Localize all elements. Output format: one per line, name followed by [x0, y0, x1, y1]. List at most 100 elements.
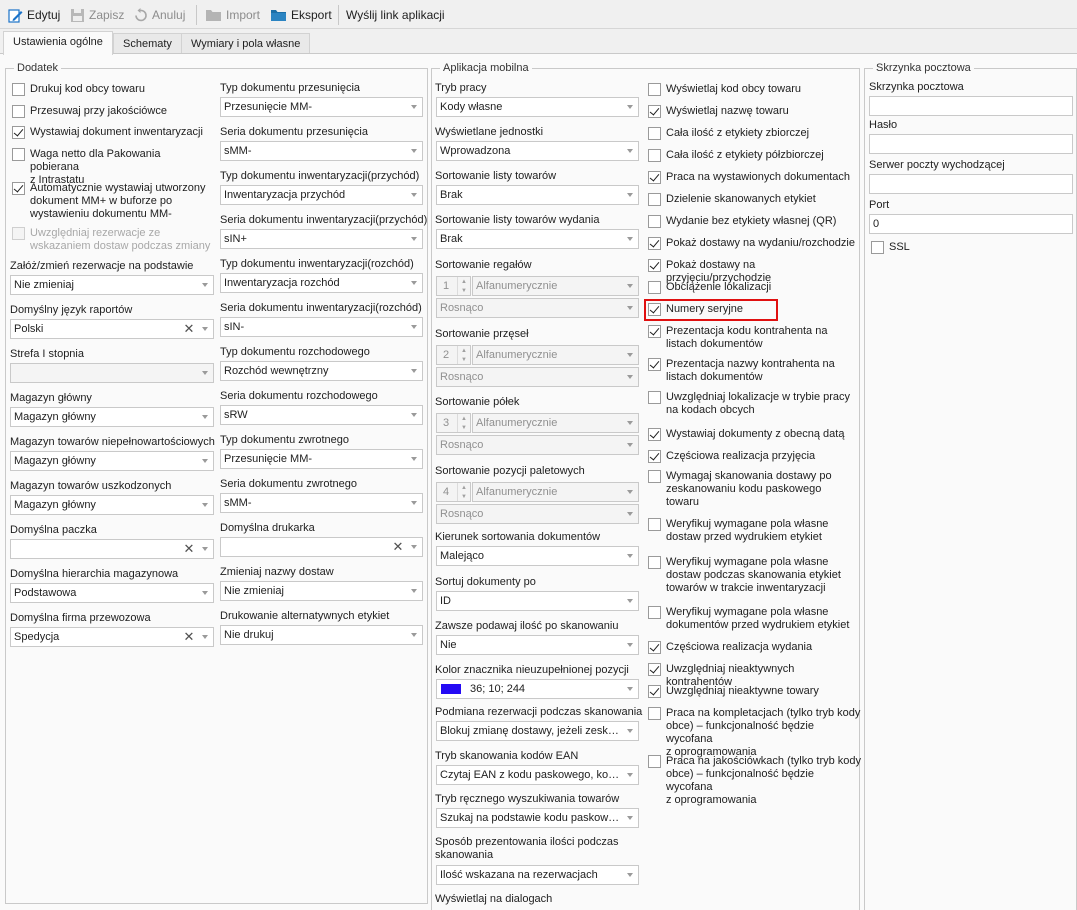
quantity-display-mode-dropdown[interactable]: Ilość wskazana na rezerwacjach [436, 865, 639, 885]
checkbox-box[interactable] [648, 149, 661, 162]
checkbox-box[interactable] [648, 281, 661, 294]
checkbox-mobile-18[interactable]: Weryfikuj wymagane pola własne dostaw pod… [648, 556, 862, 595]
checkbox-box[interactable] [12, 105, 25, 118]
shelves-sort-level-spinner[interactable]: 3 ▲ ▼ [436, 413, 471, 433]
arrow-up-icon[interactable]: ▲ [458, 414, 470, 423]
checkbox-mobile-6[interactable]: Wydanie bez etykiety własnej (QR) [648, 215, 862, 228]
cancel-button[interactable]: Anuluj [133, 6, 185, 24]
ean-scan-mode-dropdown[interactable]: Czytaj EAN z kodu paskowego, kod... [436, 765, 639, 785]
chevron-down-icon[interactable] [406, 230, 422, 248]
damaged-warehouse-dropdown[interactable]: Magazyn główny [10, 495, 214, 515]
documents-sort-direction-dropdown[interactable]: Malejąco [436, 546, 639, 566]
spinner-buttons[interactable]: ▲ ▼ [457, 483, 470, 501]
chevron-down-icon[interactable] [622, 547, 638, 565]
checkbox-box[interactable] [648, 470, 661, 483]
chevron-down-icon[interactable] [406, 362, 422, 380]
mailbox-input[interactable] [869, 96, 1073, 116]
chevron-down-icon[interactable] [622, 866, 638, 884]
arrow-up-icon[interactable]: ▲ [458, 483, 470, 492]
pallet-positions-sort-type-dropdown[interactable]: Alfanumerycznie [472, 482, 639, 502]
chevron-down-icon[interactable] [406, 494, 422, 512]
rw-series-dropdown[interactable]: sRW [220, 405, 423, 425]
checkbox-mobile-1[interactable]: Wyświetlaj nazwę towaru [648, 105, 862, 118]
checkbox-box[interactable] [648, 663, 661, 676]
tab-dimensions-fields[interactable]: Wymiary i pola własne [181, 33, 311, 54]
chevron-down-icon[interactable] [197, 496, 213, 514]
work-mode-dropdown[interactable]: Kody własne [436, 97, 639, 117]
edit-button[interactable]: Edytuj [8, 6, 60, 24]
main-warehouse-dropdown[interactable]: Magazyn główny [10, 407, 214, 427]
clear-icon[interactable]: ✕ [181, 320, 197, 338]
checkbox-mobile-11[interactable]: Prezentacja kodu kontrahenta na listach d… [648, 325, 862, 351]
send-link-button[interactable]: Wyślij link aplikacji [346, 6, 445, 24]
chevron-down-icon[interactable] [622, 809, 638, 827]
checkbox-mobile-0[interactable]: Wyświetlaj kod obcy towaru [648, 83, 862, 96]
checkbox-box[interactable] [648, 755, 661, 768]
chevron-down-icon[interactable] [406, 582, 422, 600]
default-package-dropdown[interactable]: ✕ [10, 539, 214, 559]
inv-in-doc-type-dropdown[interactable]: Inwentaryzacja przychód [220, 185, 423, 205]
chevron-down-icon[interactable] [406, 406, 422, 424]
checkbox-box[interactable] [871, 241, 884, 254]
checkbox-mobile-23[interactable]: Praca na kompletacjach (tylko tryb kody o… [648, 707, 862, 759]
checkbox-dodatek-1[interactable]: Przesuwaj przy jakościówce [12, 105, 212, 118]
spinner-buttons[interactable]: ▲ ▼ [457, 277, 470, 295]
checkbox-mobile-12[interactable]: Prezentacja nazwy kontrahenta na listach … [648, 358, 862, 384]
tab-schemas[interactable]: Schematy [113, 33, 182, 54]
chevron-down-icon[interactable] [622, 230, 638, 248]
chevron-down-icon[interactable] [197, 408, 213, 426]
chevron-down-icon[interactable] [406, 186, 422, 204]
checkbox-box[interactable] [648, 391, 661, 404]
checkbox-box[interactable] [12, 148, 25, 161]
chevron-down-icon[interactable] [622, 592, 638, 610]
checkbox-box[interactable] [648, 193, 661, 206]
chevron-down-icon[interactable] [197, 364, 213, 382]
checkbox-box[interactable] [648, 127, 661, 140]
checkbox-ssl[interactable]: SSL [871, 241, 991, 254]
checkbox-mobile-7[interactable]: Pokaż dostawy na wydaniu/rozchodzie [648, 237, 862, 250]
checkbox-box[interactable] [648, 325, 661, 338]
checkbox-mobile-16[interactable]: Wymagaj skanowania dostawy po zeskanowani… [648, 470, 862, 509]
chevron-down-icon[interactable] [622, 346, 638, 364]
rw-doc-type-dropdown[interactable]: Rozchód wewnętrzny [220, 361, 423, 381]
checkbox-mobile-13[interactable]: Uwzględniaj lokalizacje w trybie pracy na… [648, 391, 862, 417]
chevron-down-icon[interactable] [622, 98, 638, 116]
chevron-down-icon[interactable] [197, 540, 213, 558]
checkbox-mobile-10[interactable]: Numery seryjne [648, 303, 862, 316]
checkbox-mobile-9[interactable]: Obciążenie lokalizacji [648, 281, 862, 294]
racks-sort-order-dropdown[interactable]: Rosnąco [436, 298, 639, 318]
chevron-down-icon[interactable] [622, 368, 638, 386]
checkbox-box[interactable] [648, 237, 661, 250]
marker-color-dropdown[interactable]: 36; 10; 244 [436, 679, 639, 699]
clear-icon[interactable]: ✕ [181, 628, 197, 646]
checkbox-box[interactable] [648, 556, 661, 569]
mm-series-dropdown[interactable]: sMM- [220, 141, 423, 161]
return-series-dropdown[interactable]: sMM- [220, 493, 423, 513]
chevron-down-icon[interactable] [622, 766, 638, 784]
inv-out-doc-type-dropdown[interactable]: Inwentaryzacja rozchód [220, 273, 423, 293]
chevron-down-icon[interactable] [622, 436, 638, 454]
arrow-down-icon[interactable]: ▼ [458, 355, 470, 364]
mm-doc-type-dropdown[interactable]: Przesunięcie MM- [220, 97, 423, 117]
arrow-up-icon[interactable]: ▲ [458, 346, 470, 355]
password-input[interactable] [869, 134, 1073, 154]
spinner-buttons[interactable]: ▲ ▼ [457, 346, 470, 364]
checkbox-mobile-3[interactable]: Cała ilość z etykiety półzbiorczej [648, 149, 862, 162]
checkbox-mobile-19[interactable]: Weryfikuj wymagane pola własne dokumentów… [648, 606, 862, 632]
defective-warehouse-dropdown[interactable]: Magazyn główny [10, 451, 214, 471]
smtp-server-input[interactable] [869, 174, 1073, 194]
chevron-down-icon[interactable] [406, 274, 422, 292]
checkbox-box[interactable] [648, 303, 661, 316]
checkbox-dodatek-5[interactable]: Uwzględniaj rezerwacje ze wskazaniem dost… [12, 227, 212, 253]
chevron-down-icon[interactable] [622, 186, 638, 204]
checkbox-dodatek-0[interactable]: Drukuj kod obcy towaru [12, 83, 212, 96]
checkbox-box[interactable] [648, 171, 661, 184]
products-sort-dropdown[interactable]: Brak [436, 185, 639, 205]
warehouse-hierarchy-dropdown[interactable]: Podstawowa [10, 583, 214, 603]
checkbox-mobile-17[interactable]: Weryfikuj wymagane pola własne dostaw prz… [648, 518, 862, 544]
shelves-sort-type-dropdown[interactable]: Alfanumerycznie [472, 413, 639, 433]
chevron-down-icon[interactable] [622, 722, 638, 740]
documents-sort-by-dropdown[interactable]: ID [436, 591, 639, 611]
chevron-down-icon[interactable] [406, 142, 422, 160]
chevron-down-icon[interactable] [622, 277, 638, 295]
